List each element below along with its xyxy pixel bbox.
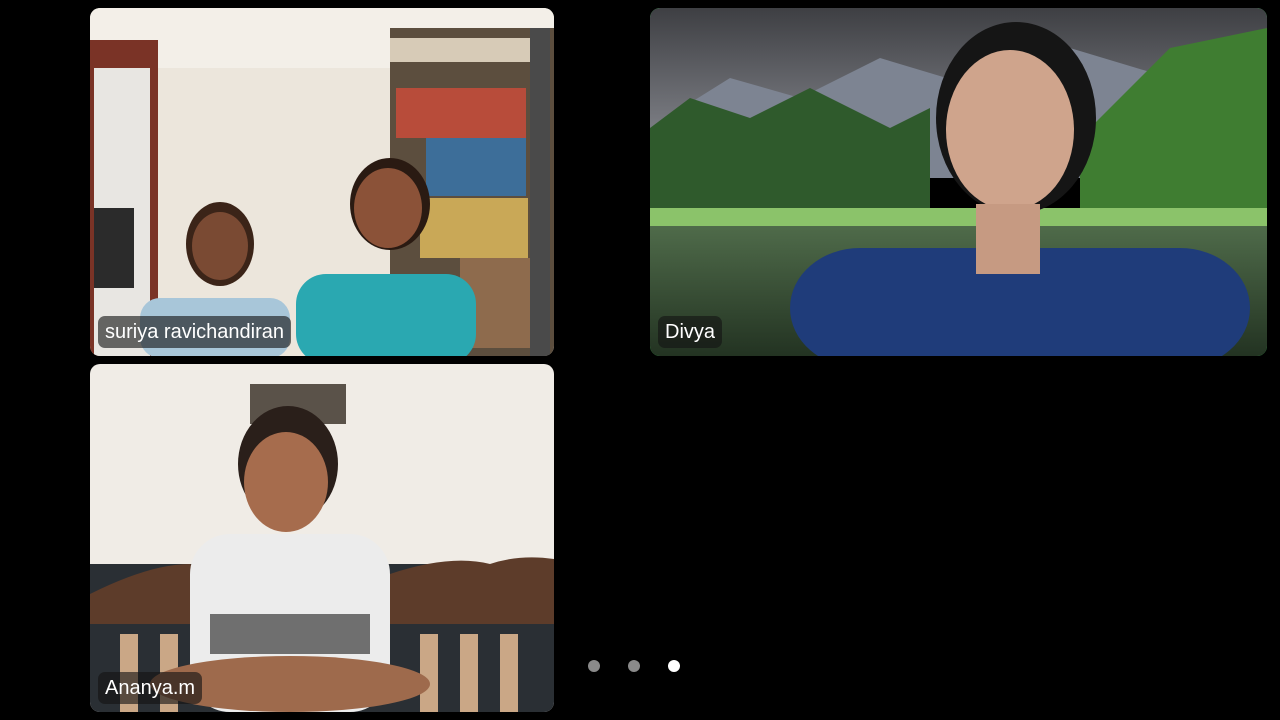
- page-dot-current[interactable]: [668, 660, 680, 672]
- participant-video-feed: [90, 8, 554, 356]
- page-indicator: [588, 660, 680, 672]
- participant-name-label: suriya ravichandiran: [98, 316, 291, 348]
- meeting-gallery-view: suriya ravichandiran Divya Ananya.m: [0, 0, 1280, 720]
- participant-video-feed: [90, 364, 554, 712]
- page-dot[interactable]: [628, 660, 640, 672]
- participant-name-label: Divya: [658, 316, 723, 348]
- participant-video-feed: [650, 8, 1267, 356]
- participant-name-label: Ananya.m: [98, 672, 203, 704]
- participant-video-tile[interactable]: suriya ravichandiran: [90, 8, 554, 356]
- active-speaker-video-tile[interactable]: Divya: [650, 8, 1267, 356]
- participant-video-tile[interactable]: Ananya.m: [90, 364, 554, 712]
- page-dot[interactable]: [588, 660, 600, 672]
